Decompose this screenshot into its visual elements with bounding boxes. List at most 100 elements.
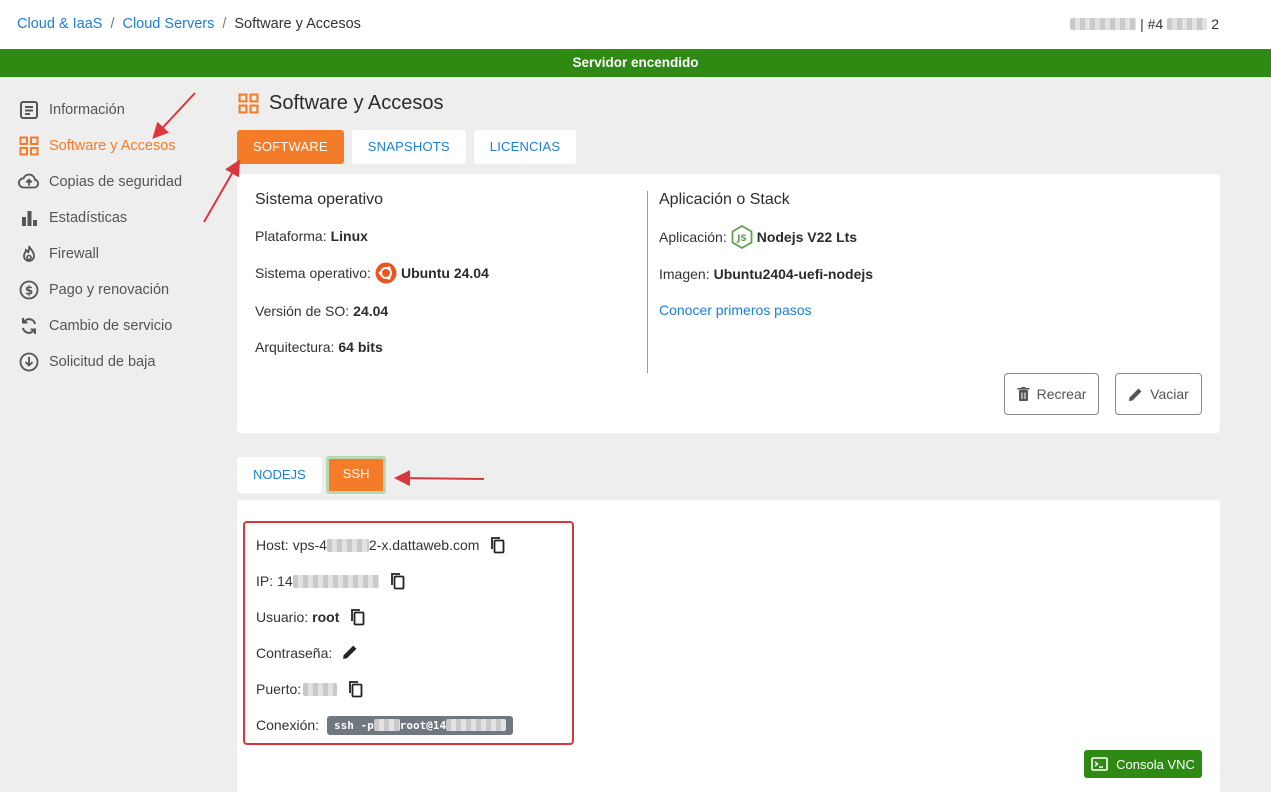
sidebar-item-label: Pago y renovación bbox=[49, 282, 170, 298]
copy-icon[interactable] bbox=[389, 572, 407, 590]
os-section: Sistema operativo Plataforma: Linux Sist… bbox=[255, 174, 489, 355]
platform-row: Plataforma: Linux bbox=[255, 225, 368, 247]
vnc-console-button[interactable]: Consola VNC bbox=[1084, 750, 1202, 778]
account-info: | #4 2 bbox=[1070, 16, 1219, 32]
access-tabs: NODEJS SSH bbox=[237, 456, 387, 494]
password-row: Contraseña: bbox=[256, 642, 360, 664]
arch-value: 64 bits bbox=[338, 339, 383, 355]
bar-chart-icon bbox=[18, 207, 40, 229]
cloud-upload-icon bbox=[18, 171, 40, 193]
breadcrumb-link-cloud-servers[interactable]: Cloud Servers bbox=[122, 16, 214, 32]
top-bar: Cloud & IaaS / Cloud Servers / Software … bbox=[0, 0, 1271, 49]
os-label: Sistema operativo: bbox=[255, 265, 371, 281]
version-row: Versión de SO: 24.04 bbox=[255, 300, 388, 322]
sidebar-item-label: Software y Accesos bbox=[49, 138, 176, 154]
breadcrumb-link-cloud-iaas[interactable]: Cloud & IaaS bbox=[17, 16, 102, 32]
breadcrumb: Cloud & IaaS / Cloud Servers / Software … bbox=[17, 16, 361, 32]
edit-password-icon[interactable] bbox=[342, 644, 360, 662]
grid-icon bbox=[238, 93, 260, 115]
sidebar-item-solicitud-baja[interactable]: Solicitud de baja bbox=[18, 344, 218, 380]
password-label: Contraseña: bbox=[256, 645, 333, 661]
recreate-button[interactable]: Recrear bbox=[1004, 373, 1099, 415]
sidebar-item-label: Cambio de servicio bbox=[49, 318, 173, 334]
page-title: Software y Accesos bbox=[238, 92, 444, 115]
trash-icon bbox=[1017, 387, 1030, 401]
sidebar-item-firewall[interactable]: Firewall bbox=[18, 236, 218, 272]
server-status-banner: Servidor encendido bbox=[0, 49, 1271, 77]
port-label: Puerto: bbox=[256, 681, 302, 697]
sidebar-item-estadisticas[interactable]: Estadísticas bbox=[18, 200, 218, 236]
os-heading: Sistema operativo bbox=[255, 191, 384, 208]
connection-command-prefix: ssh -p bbox=[334, 718, 374, 732]
sidebar: Información Software y Accesos Copias de… bbox=[18, 92, 218, 380]
app-label: Aplicación: bbox=[659, 229, 727, 245]
image-value: Ubuntu2404-uefi-nodejs bbox=[713, 266, 874, 282]
breadcrumb-separator: / bbox=[222, 16, 227, 32]
account-id-suffix: 2 bbox=[1211, 16, 1219, 32]
copy-icon[interactable] bbox=[349, 608, 367, 626]
ip-redacted bbox=[292, 574, 379, 588]
pencil-icon bbox=[1128, 387, 1143, 402]
sidebar-item-label: Firewall bbox=[49, 246, 99, 262]
copy-icon[interactable] bbox=[489, 536, 507, 554]
platform-label: Plataforma: bbox=[255, 228, 327, 244]
annotation-arrow-ssh-tab bbox=[394, 470, 485, 487]
host-redacted bbox=[326, 538, 369, 552]
empty-button[interactable]: Vaciar bbox=[1115, 373, 1202, 415]
os-value: Ubuntu 24.04 bbox=[400, 265, 489, 281]
host-value-suffix: 2-x.dattaweb.com bbox=[368, 537, 480, 553]
connection-ip-redacted bbox=[446, 719, 507, 731]
connection-command[interactable]: ssh -p root@14 bbox=[327, 715, 514, 735]
nodejs-icon: JS bbox=[731, 225, 753, 249]
sidebar-item-cambio-servicio[interactable]: Cambio de servicio bbox=[18, 308, 218, 344]
stack-section: Aplicación o Stack Aplicación: JS Nodejs… bbox=[659, 174, 1199, 318]
app-value: Nodejs V22 Lts bbox=[756, 229, 858, 245]
image-row: Imagen: Ubuntu2404-uefi-nodejs bbox=[659, 263, 873, 285]
ssh-credentials-box: Host: vps-4 2-x.dattaweb.com IP: 14 Usua… bbox=[243, 521, 574, 745]
flame-icon bbox=[18, 243, 40, 265]
page-title-text: Software y Accesos bbox=[269, 92, 444, 114]
sidebar-item-informacion[interactable]: Información bbox=[18, 92, 218, 128]
tab-snapshots[interactable]: SNAPSHOTS bbox=[351, 130, 466, 164]
platform-value: Linux bbox=[330, 228, 368, 244]
breadcrumb-separator: / bbox=[110, 16, 115, 32]
tab-ssh[interactable]: SSH bbox=[325, 456, 387, 494]
tab-software[interactable]: SOFTWARE bbox=[237, 130, 344, 164]
connection-port-redacted bbox=[373, 719, 400, 731]
arch-label: Arquitectura: bbox=[255, 339, 335, 355]
sidebar-item-software-accesos[interactable]: Software y Accesos bbox=[18, 128, 218, 164]
host-value-prefix: vps-4 bbox=[292, 537, 327, 553]
first-steps-row: Conocer primeros pasos bbox=[659, 299, 812, 321]
sidebar-item-copias-seguridad[interactable]: Copias de seguridad bbox=[18, 164, 218, 200]
download-circle-icon bbox=[18, 351, 40, 373]
port-redacted bbox=[303, 682, 338, 696]
app-row: Aplicación: JS Nodejs V22 Lts bbox=[659, 225, 858, 249]
sidebar-item-label: Estadísticas bbox=[49, 210, 128, 226]
image-label: Imagen: bbox=[659, 266, 710, 282]
copy-icon[interactable] bbox=[347, 680, 365, 698]
sidebar-item-label: Copias de seguridad bbox=[49, 174, 183, 190]
ip-value-prefix: 14 bbox=[277, 573, 293, 589]
tab-nodejs[interactable]: NODEJS bbox=[237, 457, 322, 493]
ip-row: IP: 14 bbox=[256, 570, 407, 592]
version-value: 24.04 bbox=[353, 303, 389, 319]
sidebar-item-label: Información bbox=[49, 102, 125, 118]
ubuntu-icon bbox=[375, 262, 397, 284]
software-card: Sistema operativo Plataforma: Linux Sist… bbox=[237, 174, 1220, 433]
sync-icon bbox=[18, 315, 40, 337]
connection-row: Conexión: ssh -p root@14 bbox=[256, 714, 514, 736]
breadcrumb-current: Software y Accesos bbox=[234, 16, 361, 32]
tab-licencias[interactable]: LICENCIAS bbox=[473, 130, 577, 164]
account-id-prefix: | #4 bbox=[1140, 16, 1164, 32]
user-row: Usuario: root bbox=[256, 606, 367, 628]
version-label: Versión de SO: bbox=[255, 303, 350, 319]
arch-row: Arquitectura: 64 bits bbox=[255, 336, 383, 358]
empty-label: Vaciar bbox=[1150, 386, 1189, 402]
vnc-console-label: Consola VNC bbox=[1116, 756, 1195, 772]
ip-label: IP: bbox=[256, 573, 274, 589]
port-row: Puerto: bbox=[256, 678, 365, 700]
grid-icon bbox=[18, 135, 40, 157]
sidebar-item-pago-renovacion[interactable]: $ Pago y renovación bbox=[18, 272, 218, 308]
connection-command-user: root@14 bbox=[399, 718, 447, 732]
first-steps-link[interactable]: Conocer primeros pasos bbox=[659, 302, 812, 318]
